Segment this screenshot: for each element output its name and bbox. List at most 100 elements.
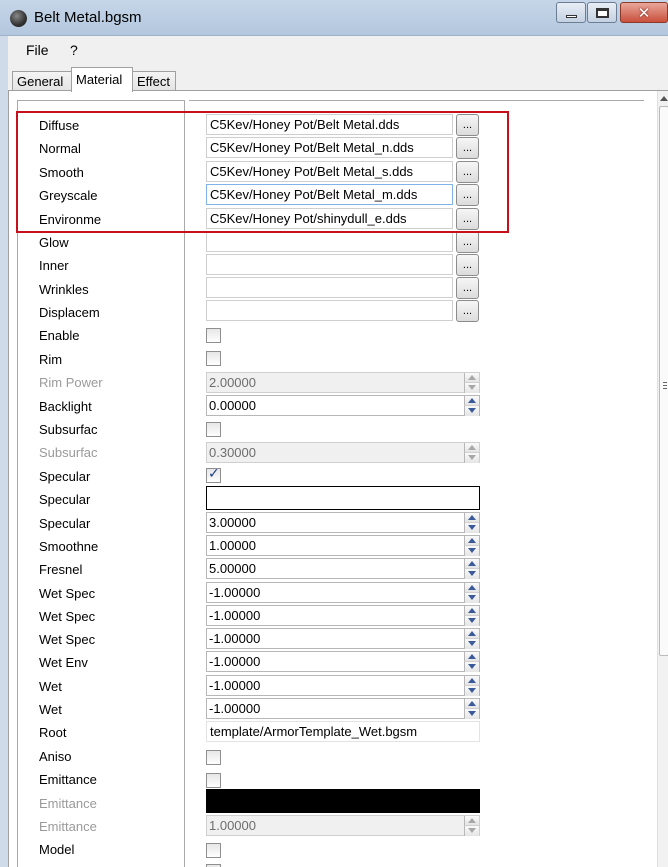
inner-path-field[interactable] bbox=[206, 254, 453, 275]
label-greyscale: Greyscale bbox=[39, 188, 98, 203]
arrow-down-icon bbox=[468, 455, 476, 460]
spin-down-button[interactable] bbox=[464, 383, 479, 393]
smooth-path-field[interactable]: C5Kev/Honey Pot/Belt Metal_s.dds bbox=[206, 161, 453, 182]
spin-up-button[interactable] bbox=[464, 699, 479, 709]
wet-spinner[interactable]: -1.00000 bbox=[206, 698, 480, 719]
smoothness-value: 1.00000 bbox=[209, 538, 256, 553]
specular-checkbox[interactable]: ✓ bbox=[206, 466, 221, 483]
tab-material[interactable]: Material bbox=[71, 67, 133, 92]
wrinkles-browse-button[interactable]: ... bbox=[456, 277, 479, 299]
arrow-up-icon bbox=[468, 585, 476, 590]
smooth-browse-button[interactable]: ... bbox=[456, 161, 479, 183]
arrow-up-icon bbox=[468, 608, 476, 613]
spin-up-button[interactable] bbox=[464, 583, 479, 593]
aniso-checkbox[interactable] bbox=[206, 750, 221, 765]
spin-up-button[interactable] bbox=[464, 652, 479, 662]
fresnel-spinner[interactable]: 5.00000 bbox=[206, 558, 480, 579]
arrow-down-icon bbox=[468, 385, 476, 390]
glow-browse-button[interactable]: ... bbox=[456, 231, 479, 253]
subsurface-checkbox[interactable] bbox=[206, 422, 221, 437]
tab-strip: General Material Effect bbox=[8, 63, 668, 92]
enable-checkbox[interactable] bbox=[206, 328, 221, 343]
material-panel: Diffuse C5Kev/Honey Pot/Belt Metal.dds .… bbox=[8, 90, 668, 867]
diffuse-path-field[interactable]: C5Kev/Honey Pot/Belt Metal.dds bbox=[206, 114, 453, 135]
spin-down-button[interactable] bbox=[464, 662, 479, 672]
spin-down-button[interactable] bbox=[464, 546, 479, 556]
wet-env-value: -1.00000 bbox=[209, 654, 261, 669]
specular-spinner[interactable]: 3.00000 bbox=[206, 512, 480, 533]
arrow-down-icon bbox=[468, 408, 476, 413]
wrinkles-path-field[interactable] bbox=[206, 277, 453, 298]
label-smooth: Smooth bbox=[39, 165, 84, 180]
displacement-browse-button[interactable]: ... bbox=[456, 300, 479, 322]
scroll-up-icon[interactable] bbox=[660, 96, 668, 101]
rim-checkbox[interactable] bbox=[206, 351, 221, 366]
wet-value: -1.00000 bbox=[209, 701, 261, 716]
subsurface-spinner[interactable]: 0.30000 bbox=[206, 442, 480, 463]
wet-spec-spinner[interactable]: -1.00000 bbox=[206, 628, 480, 649]
root-template-field[interactable]: template/ArmorTemplate_Wet.bgsm bbox=[206, 721, 480, 742]
spin-down-button[interactable] bbox=[464, 523, 479, 533]
model-checkbox[interactable] bbox=[206, 843, 221, 858]
wet-env-spinner[interactable]: -1.00000 bbox=[206, 651, 480, 672]
spin-down-button[interactable] bbox=[464, 406, 479, 416]
label-rim-power: Rim Power bbox=[39, 375, 103, 390]
smoothness-spinner[interactable]: 1.00000 bbox=[206, 535, 480, 556]
emittance-checkbox[interactable] bbox=[206, 773, 221, 788]
inner-browse-button[interactable]: ... bbox=[456, 254, 479, 276]
greyscale-path-field[interactable]: C5Kev/Honey Pot/Belt Metal_m.dds bbox=[206, 184, 453, 205]
tab-effect[interactable]: Effect bbox=[132, 71, 176, 92]
wet-spinner[interactable]: -1.00000 bbox=[206, 675, 480, 696]
menu-file[interactable]: File bbox=[26, 42, 49, 58]
displacement-path-field[interactable] bbox=[206, 300, 453, 321]
spin-up-button[interactable] bbox=[464, 629, 479, 639]
close-icon: ✕ bbox=[637, 3, 651, 22]
spin-down-button[interactable] bbox=[464, 709, 479, 719]
checkmark-icon: ✓ bbox=[208, 466, 220, 482]
spin-up-button[interactable] bbox=[464, 443, 479, 453]
menu-help[interactable]: ? bbox=[70, 42, 78, 58]
spin-up-button[interactable] bbox=[464, 606, 479, 616]
spin-up-button[interactable] bbox=[464, 676, 479, 686]
minimize-button[interactable] bbox=[556, 2, 586, 23]
spin-up-button[interactable] bbox=[464, 816, 479, 826]
spin-down-button[interactable] bbox=[464, 686, 479, 696]
specular-color-swatch[interactable] bbox=[206, 486, 480, 510]
maximize-button[interactable] bbox=[587, 2, 617, 23]
spin-down-button[interactable] bbox=[464, 639, 479, 649]
close-button[interactable]: ✕ bbox=[620, 2, 668, 23]
label-environment: Environme bbox=[39, 212, 102, 227]
wet-spec-spinner[interactable]: -1.00000 bbox=[206, 582, 480, 603]
environment-path-field[interactable]: C5Kev/Honey Pot/shinydull_e.dds bbox=[206, 208, 453, 229]
emittance-spinner[interactable]: 1.00000 bbox=[206, 815, 480, 836]
spin-up-button[interactable] bbox=[464, 396, 479, 406]
subsurface-value: 0.30000 bbox=[209, 445, 256, 460]
emittance-color-swatch[interactable] bbox=[206, 789, 480, 813]
greyscale-browse-button[interactable]: ... bbox=[456, 184, 479, 206]
tab-general[interactable]: General bbox=[12, 71, 72, 92]
spin-down-button[interactable] bbox=[464, 593, 479, 603]
wet-spec-spinner[interactable]: -1.00000 bbox=[206, 605, 480, 626]
label-model: Model bbox=[39, 842, 75, 857]
normal-path-field[interactable]: C5Kev/Honey Pot/Belt Metal_n.dds bbox=[206, 137, 453, 158]
spin-up-button[interactable] bbox=[464, 536, 479, 546]
normal-browse-button[interactable]: ... bbox=[456, 137, 479, 159]
spin-down-button[interactable] bbox=[464, 616, 479, 626]
diffuse-browse-button[interactable]: ... bbox=[456, 114, 479, 136]
glow-path-field[interactable] bbox=[206, 231, 453, 252]
scroll-thumb[interactable] bbox=[659, 106, 668, 656]
rim-power-spinner[interactable]: 2.00000 bbox=[206, 372, 480, 393]
spin-down-button[interactable] bbox=[464, 569, 479, 579]
spin-down-button[interactable] bbox=[464, 826, 479, 836]
spin-up-button[interactable] bbox=[464, 559, 479, 569]
backlight-spinner[interactable]: 0.00000 bbox=[206, 395, 480, 416]
vertical-scrollbar[interactable] bbox=[657, 91, 668, 867]
label-wet-spec: Wet Spec bbox=[39, 632, 96, 647]
arrow-down-icon bbox=[468, 711, 476, 716]
spin-up-button[interactable] bbox=[464, 373, 479, 383]
label-specular-value: Specular bbox=[39, 516, 91, 531]
label-wet-spec: Wet Spec bbox=[39, 586, 96, 601]
environment-browse-button[interactable]: ... bbox=[456, 208, 479, 230]
spin-down-button[interactable] bbox=[464, 453, 479, 463]
spin-up-button[interactable] bbox=[464, 513, 479, 523]
